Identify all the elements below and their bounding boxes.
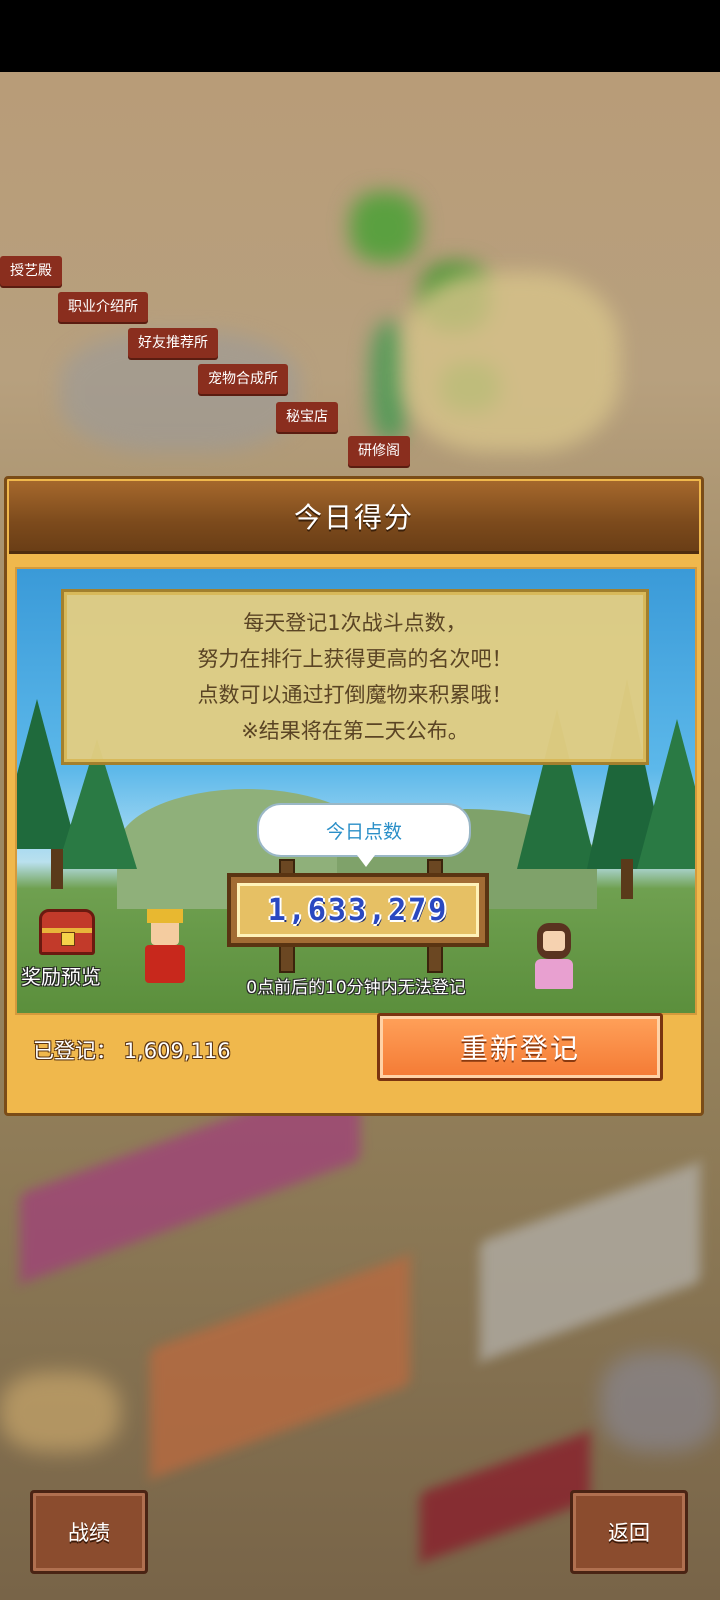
registration-notice: 0点前后的10分钟内无法登记 xyxy=(246,978,466,998)
score-sign-plate: 1,633,279 xyxy=(237,883,479,937)
info-line: 每天登记1次战斗点数， xyxy=(243,611,467,635)
info-box: 每天登记1次战斗点数， 努力在排行上获得更高的名次吧！ 点数可以通过打倒魔物来积… xyxy=(61,589,649,765)
re-register-button[interactable]: 重新登记 xyxy=(377,1013,663,1081)
panel-title: 今日得分 xyxy=(293,501,414,534)
tree-trunk xyxy=(621,859,633,899)
building-label-training-hall[interactable]: 研修阁 xyxy=(348,436,410,466)
status-bar xyxy=(0,0,720,72)
building-label-friend-referral[interactable]: 好友推荐所 xyxy=(128,328,218,358)
panel-header: 今日得分 xyxy=(9,481,699,554)
score-sign: 1,633,279 xyxy=(227,873,489,947)
today-points-bubble: 今日点数 xyxy=(257,803,471,867)
building-label-job-agency[interactable]: 职业介绍所 xyxy=(58,292,148,322)
registered-value: 1,609,116 xyxy=(123,1039,231,1063)
info-line: 努力在排行上获得更高的名次吧！ xyxy=(197,647,513,671)
building-label-skill-hall[interactable]: 授艺殿 xyxy=(0,256,62,286)
tree-trunk xyxy=(51,849,63,889)
treasure-chest-icon[interactable] xyxy=(39,909,95,955)
back-button[interactable]: 返回 xyxy=(570,1490,688,1574)
building-label-pet-fusion[interactable]: 宠物合成所 xyxy=(198,364,288,394)
building-label-treasure-shop[interactable]: 秘宝店 xyxy=(276,402,338,432)
today-points-value: 1,633,279 xyxy=(267,892,449,928)
record-button[interactable]: 战绩 xyxy=(30,1490,148,1574)
info-line: ※结果将在第二天公布。 xyxy=(241,719,469,743)
registered-label: 已登记： xyxy=(33,1039,117,1063)
score-scene: 每天登记1次战斗点数， 努力在排行上获得更高的名次吧！ 点数可以通过打倒魔物来积… xyxy=(15,567,697,1015)
info-line: 点数可以通过打倒魔物来积累哦！ xyxy=(197,683,513,707)
daily-score-panel: 今日得分 每天登记1次战斗点数， 努力在排行上获得更高的名次吧！ 点数可以通过打… xyxy=(4,476,704,1116)
registered-score: 已登记： 1,609,116 xyxy=(33,1035,231,1065)
